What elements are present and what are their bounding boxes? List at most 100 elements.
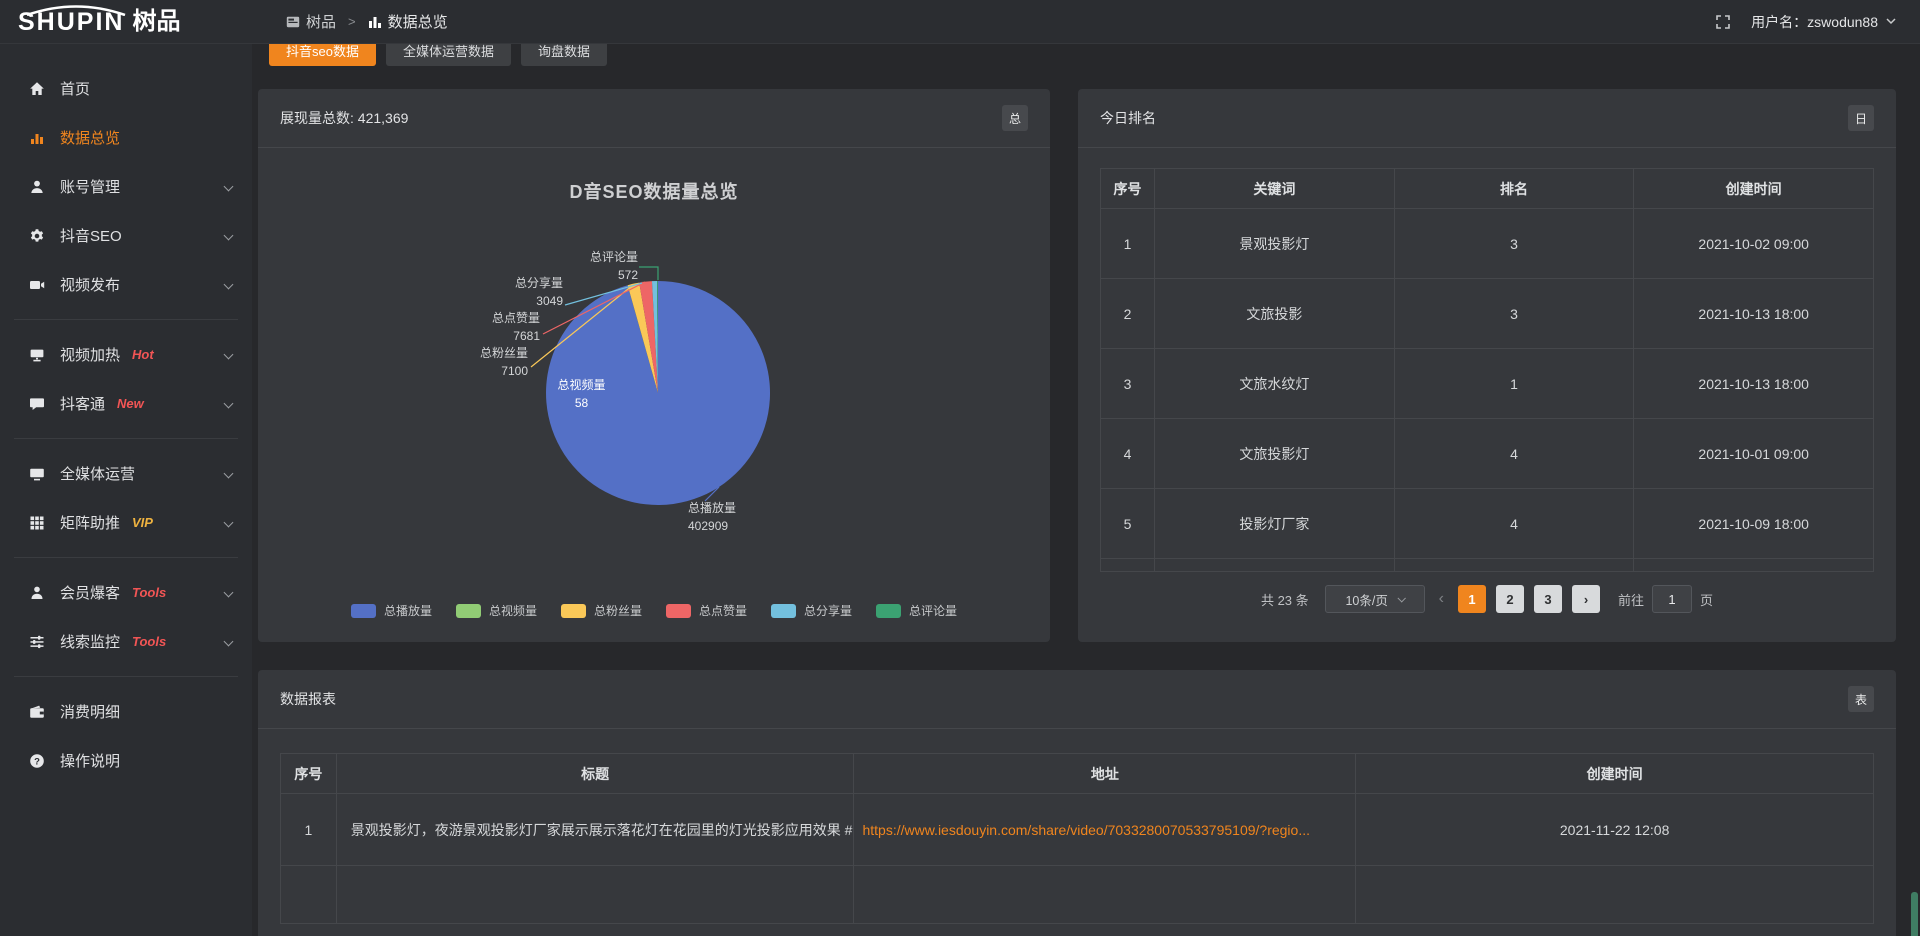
- chart-icon: [28, 129, 45, 146]
- table-row-clipped: [281, 866, 1874, 924]
- total-view-button[interactable]: 总: [1002, 105, 1028, 131]
- report-table: 序号标题地址创建时间1景观投影灯，夜游景观投影灯厂家展示展示落花灯在花园里的灯光…: [280, 753, 1874, 924]
- total-count-label: 共 23 条: [1261, 590, 1309, 609]
- seo-chart-panel: 展现量总数: 421,369 总 D音SEO数据量总览 总播放量402909总视…: [258, 89, 1050, 642]
- window-icon: [286, 15, 300, 29]
- next-page-button[interactable]: ›: [1572, 585, 1600, 613]
- legend-swatch: [666, 604, 691, 618]
- logo-arc-icon: [20, 5, 132, 16]
- chart-legend: 总播放量 总视频量 总粉丝量 总点赞量 总分享量 总评论量: [258, 602, 1050, 619]
- sidebar-badge: VIP: [132, 515, 153, 530]
- ranking-column-header: 创建时间: [1634, 169, 1874, 209]
- chevron-down-icon: [224, 588, 234, 598]
- sidebar-item-grid[interactable]: 矩阵助推 VIP: [0, 498, 252, 547]
- top-bar: SHUPIN 树品 树品 > 数据总览 用户名：zswodun88: [0, 0, 1920, 44]
- chevron-down-icon: [224, 469, 234, 479]
- legend-item-总播放量[interactable]: 总播放量: [351, 602, 432, 619]
- sidebar-item-label: 抖客通: [60, 393, 105, 414]
- report-link[interactable]: https://www.iesdouyin.com/share/video/70…: [862, 822, 1310, 838]
- ranking-column-header: 排名: [1394, 169, 1634, 209]
- sidebar-item-chart[interactable]: 数据总览: [0, 113, 252, 162]
- sidebar-divider: [14, 319, 238, 320]
- pie-chart-svg: [258, 148, 1050, 641]
- video-icon: [28, 276, 45, 293]
- sidebar-item-sliders[interactable]: 线索监控 Tools: [0, 617, 252, 666]
- top-right-actions: 用户名：zswodun88: [1715, 12, 1896, 32]
- legend-item-总点赞量[interactable]: 总点赞量: [666, 602, 747, 619]
- sidebar-item-label: 矩阵助推: [60, 512, 120, 533]
- logo-text-cn: 树品: [132, 2, 180, 42]
- page-button-1[interactable]: 1: [1458, 585, 1486, 613]
- user-menu[interactable]: 用户名：zswodun88: [1751, 12, 1896, 32]
- pagination: 共 23 条 10条/页 ‹ 123 › 前往 页: [1100, 585, 1874, 613]
- ranking-column-header: 序号: [1101, 169, 1155, 209]
- legend-item-总视频量[interactable]: 总视频量: [456, 602, 537, 619]
- page-size-select[interactable]: 10条/页: [1325, 585, 1425, 613]
- sidebar-item-label: 全媒体运营: [60, 463, 135, 484]
- chevron-down-icon: [224, 182, 234, 192]
- sidebar-item-gear[interactable]: 抖音SEO: [0, 211, 252, 260]
- sidebar-item-user[interactable]: 账号管理: [0, 162, 252, 211]
- pie-chart: D音SEO数据量总览 总播放量402909总视频量58总粉丝量7100总点赞量7…: [258, 148, 1050, 641]
- fullscreen-icon[interactable]: [1715, 14, 1731, 30]
- sidebar-item-video[interactable]: 视频发布: [0, 260, 252, 309]
- sidebar-item-question[interactable]: ?操作说明: [0, 736, 252, 785]
- sidebar-item-chat[interactable]: 抖客通 New: [0, 379, 252, 428]
- breadcrumb-separator: >: [348, 14, 356, 29]
- legend-item-总评论量[interactable]: 总评论量: [876, 602, 957, 619]
- pie-leader-line: [639, 267, 658, 280]
- sidebar-item-label: 账号管理: [60, 176, 120, 197]
- breadcrumb-item-root[interactable]: 树品: [286, 11, 336, 32]
- chat-icon: [28, 395, 45, 412]
- screen-icon: [28, 465, 45, 482]
- sidebar-item-label: 抖音SEO: [60, 225, 122, 246]
- sidebar-item-screen[interactable]: 全媒体运营: [0, 449, 252, 498]
- legend-swatch: [561, 604, 586, 618]
- breadcrumb-item-current[interactable]: 数据总览: [368, 11, 448, 32]
- sidebar-badge: Tools: [132, 634, 166, 649]
- daily-view-button[interactable]: 日: [1848, 105, 1874, 131]
- heat-icon: [28, 346, 45, 363]
- table-row: 5投影灯厂家42021-10-09 18:00: [1101, 489, 1874, 559]
- report-column-header: 标题: [336, 754, 854, 794]
- scrollbar-thumb[interactable]: [1911, 892, 1918, 936]
- sidebar-item-home[interactable]: 首页: [0, 64, 252, 113]
- pie-label-总视频量: 总视频量58: [534, 376, 629, 412]
- legend-item-总分享量[interactable]: 总分享量: [771, 602, 852, 619]
- sidebar: 首页数据总览账号管理抖音SEO 视频发布视频加热 Hot 抖客通 New 全媒体运营矩阵助…: [0, 44, 252, 936]
- sidebar-item-member[interactable]: 会员爆客Tools: [0, 568, 252, 617]
- sidebar-item-heat[interactable]: 视频加热 Hot: [0, 330, 252, 379]
- sidebar-item-label: 会员爆客: [60, 582, 120, 603]
- chevron-down-icon: [1397, 594, 1405, 602]
- sidebar-badge: Hot: [132, 347, 154, 362]
- home-icon: [28, 80, 45, 97]
- prev-page-button[interactable]: ‹: [1435, 590, 1448, 608]
- legend-swatch: [876, 604, 901, 618]
- report-column-header: 序号: [281, 754, 337, 794]
- table-row: 1景观投影灯32021-10-02 09:00: [1101, 209, 1874, 279]
- page-button-2[interactable]: 2: [1496, 585, 1524, 613]
- member-icon: [28, 584, 45, 601]
- goto-unit-label: 页: [1700, 590, 1713, 609]
- bar-chart-icon: [368, 15, 382, 29]
- page-button-3[interactable]: 3: [1534, 585, 1562, 613]
- username-label: 用户名：zswodun88: [1751, 12, 1878, 32]
- sidebar-item-wallet[interactable]: 消费明细: [0, 687, 252, 736]
- sidebar-item-label: 线索监控: [60, 631, 120, 652]
- table-row: 3文旅水纹灯12021-10-13 18:00: [1101, 349, 1874, 419]
- table-view-button[interactable]: 表: [1848, 686, 1874, 712]
- chevron-down-icon: [224, 518, 234, 528]
- sidebar-item-label: 首页: [60, 78, 90, 99]
- sidebar-item-label: 视频加热: [60, 344, 120, 365]
- sidebar-badge: New: [117, 396, 144, 411]
- data-report-panel: 数据报表 表 序号标题地址创建时间1景观投影灯，夜游景观投影灯厂家展示展示落花灯…: [258, 670, 1896, 936]
- sidebar-item-label: 数据总览: [60, 127, 120, 148]
- ranking-panel-title: 今日排名: [1100, 108, 1156, 128]
- legend-item-总粉丝量[interactable]: 总粉丝量: [561, 602, 642, 619]
- chevron-down-icon: [224, 231, 234, 241]
- pie-label-总播放量: 总播放量402909: [688, 499, 798, 535]
- goto-label: 前往: [1618, 590, 1644, 609]
- goto-page-input[interactable]: [1652, 585, 1692, 613]
- report-created: 2021-11-22 12:08: [1356, 794, 1874, 866]
- chevron-down-icon: [224, 637, 234, 647]
